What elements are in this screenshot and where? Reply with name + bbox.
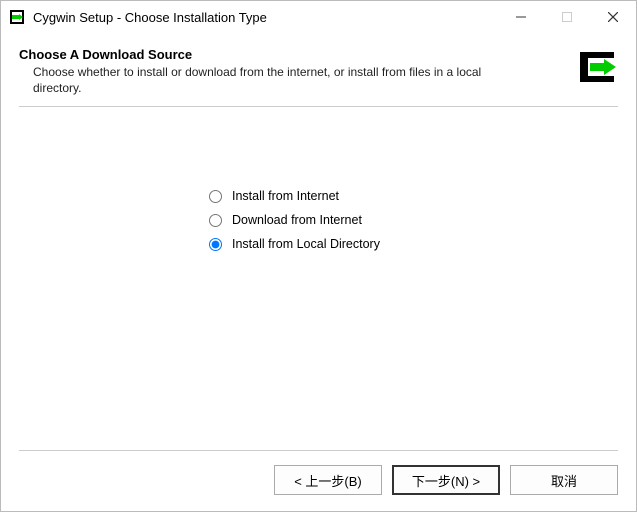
titlebar: Cygwin Setup - Choose Installation Type (1, 1, 636, 33)
radio-install-internet[interactable] (209, 190, 222, 203)
next-button[interactable]: 下一步(N) > (392, 465, 500, 495)
radio-local-directory[interactable] (209, 238, 222, 251)
minimize-button[interactable] (498, 1, 544, 33)
window-title: Cygwin Setup - Choose Installation Type (33, 10, 498, 25)
options-area: Install from Internet Download from Inte… (19, 107, 618, 450)
button-bar: < 上一步(B) 下一步(N) > 取消 (1, 465, 636, 511)
option-install-internet[interactable]: Install from Internet (209, 189, 618, 203)
option-local-directory[interactable]: Install from Local Directory (209, 237, 618, 251)
window-controls (498, 1, 636, 33)
cancel-button[interactable]: 取消 (510, 465, 618, 495)
footer-divider (19, 450, 618, 451)
page-description: Choose whether to install or download fr… (19, 64, 489, 96)
option-label: Install from Local Directory (232, 237, 380, 251)
setup-window: Cygwin Setup - Choose Installation Type … (0, 0, 637, 512)
content-area: Choose A Download Source Choose whether … (1, 33, 636, 465)
option-label: Install from Internet (232, 189, 339, 203)
header-row: Choose A Download Source Choose whether … (19, 47, 618, 96)
cygwin-logo-icon (578, 49, 618, 85)
back-button[interactable]: < 上一步(B) (274, 465, 382, 495)
header-text: Choose A Download Source Choose whether … (19, 47, 568, 96)
close-button[interactable] (590, 1, 636, 33)
option-download-internet[interactable]: Download from Internet (209, 213, 618, 227)
maximize-button (544, 1, 590, 33)
option-label: Download from Internet (232, 213, 362, 227)
radio-download-internet[interactable] (209, 214, 222, 227)
app-icon (9, 9, 25, 25)
page-title: Choose A Download Source (19, 47, 568, 62)
